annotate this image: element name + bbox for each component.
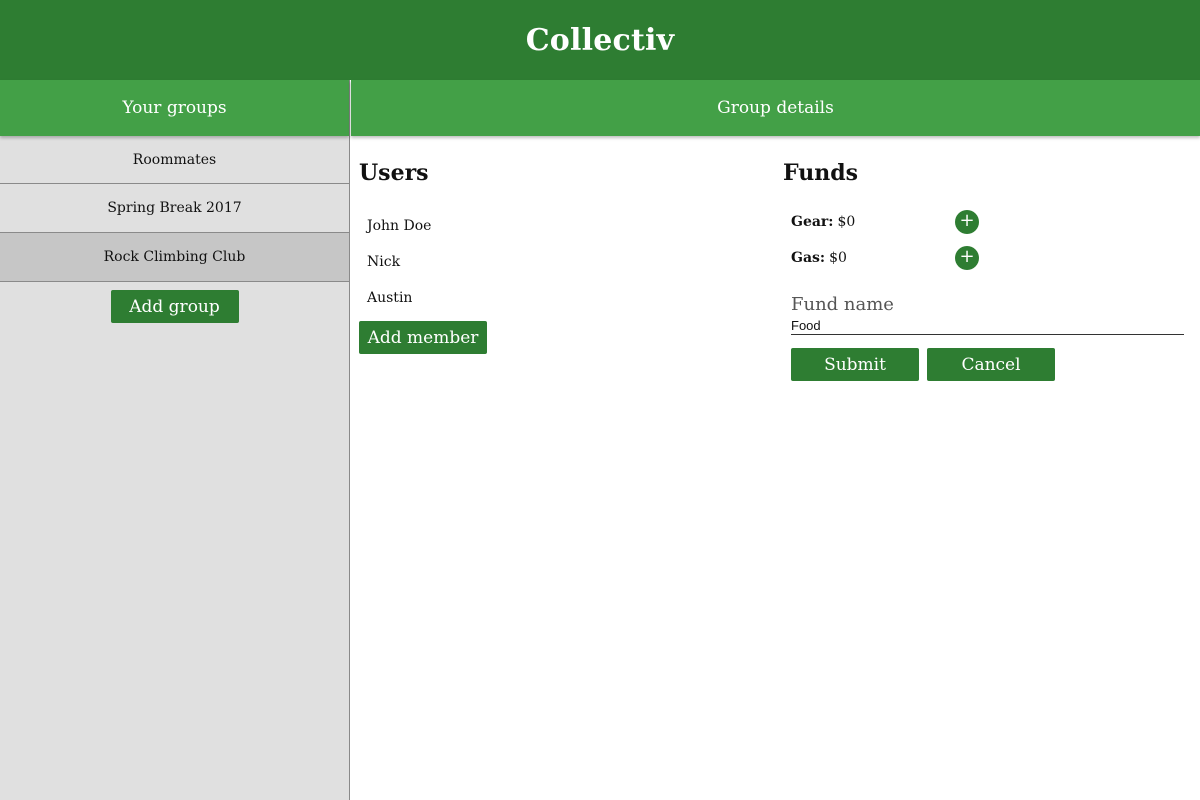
group-item-roommates[interactable]: Roommates [0,136,349,184]
add-to-fund-gas-icon[interactable]: + [955,246,979,270]
group-details-panel: Group details Users John Doe Nick Austin… [351,80,1200,800]
fund-row-gear: Gear: $0 + [791,204,1191,240]
group-item-label: Spring Break 2017 [107,200,242,216]
users-title: Users [359,160,429,186]
user-list: John Doe Nick Austin [367,208,431,316]
cancel-button[interactable]: Cancel [927,348,1055,381]
user-item: Nick [367,254,401,270]
app-title: Collectiv [525,22,675,58]
group-item-label: Roommates [132,151,217,168]
fund-name: Gas: [791,250,826,266]
user-item: John Doe [367,218,432,234]
group-item-spring-break-2017[interactable]: Spring Break 2017 [0,184,349,233]
your-groups-title: Your groups [122,98,227,118]
add-to-fund-gear-icon[interactable]: + [955,210,979,234]
group-details-title: Group details [717,98,834,118]
group-item-label: Rock Climbing Club [103,249,246,265]
app-header: Collectiv [0,0,1200,80]
your-groups-header: Your groups [0,80,349,136]
add-member-button[interactable]: Add member [359,321,487,354]
add-group-button[interactable]: Add group [110,290,239,323]
fund-row-gas: Gas: $0 + [791,240,1191,276]
group-list: Roommates Spring Break 2017 Rock Climbin… [0,136,349,282]
fund-name-input[interactable] [791,316,1184,335]
user-item: Austin [367,290,413,306]
fund-amount: $0 [837,214,856,230]
submit-button[interactable]: Submit [791,348,919,381]
group-details-header: Group details [351,80,1200,136]
groups-sidebar: Your groups Roommates Spring Break 2017 … [0,80,350,800]
funds-title: Funds [783,160,858,186]
fund-name-field: Fund name [791,294,1184,335]
fund-amount: $0 [829,250,847,266]
fund-name-label: Fund name [791,294,894,315]
fund-name: Gear: [791,214,834,230]
group-item-rock-climbing-club[interactable]: Rock Climbing Club [0,233,349,282]
